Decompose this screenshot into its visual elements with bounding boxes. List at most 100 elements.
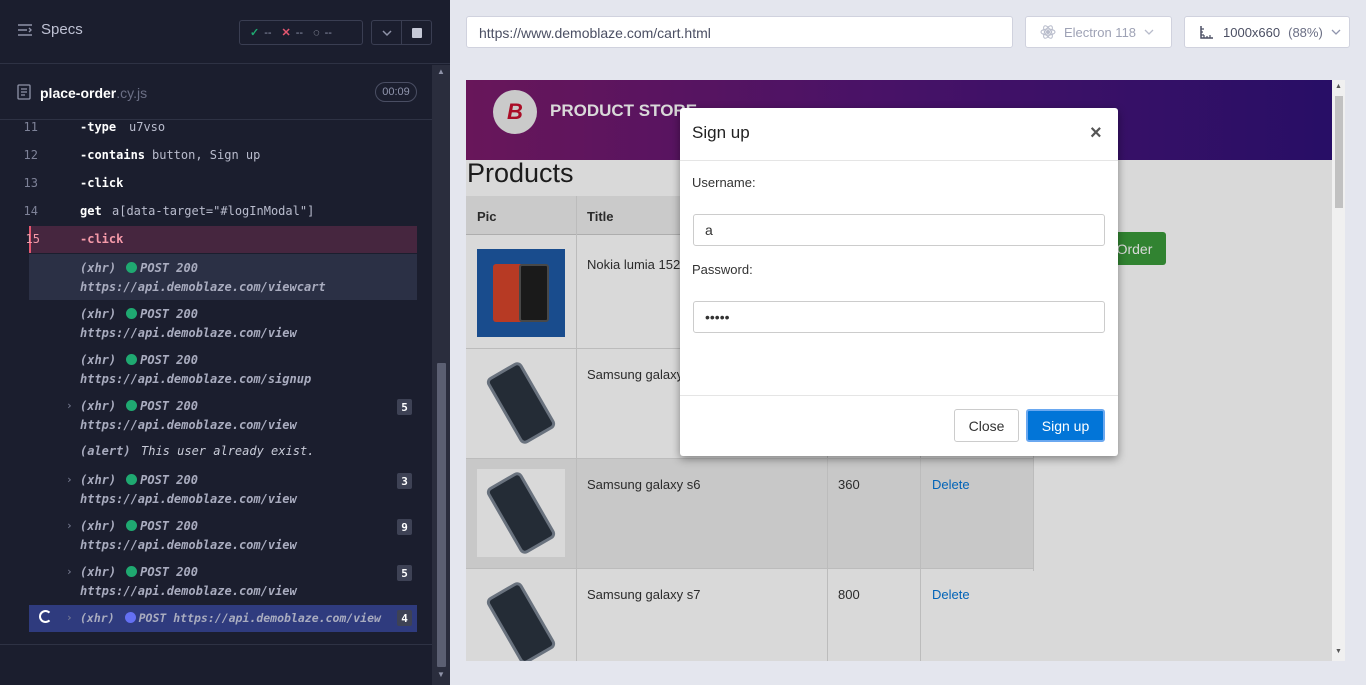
- spinner-icon: ◌: [313, 26, 320, 39]
- count-badge: 5: [397, 399, 412, 415]
- expand-button[interactable]: [372, 21, 402, 44]
- xhr-row-group[interactable]: › (xhr) POST 200 https://api.demoblaze.co…: [29, 512, 417, 558]
- request-url: https://api.demoblaze.com/view: [80, 326, 297, 340]
- command-number: 13: [23, 176, 38, 190]
- chevron-right-icon[interactable]: ›: [66, 519, 73, 532]
- request-url: https://api.demoblaze.com/signup: [80, 372, 312, 386]
- chevron-right-icon[interactable]: ›: [66, 473, 73, 486]
- command-name: -click: [80, 176, 124, 190]
- xhr-row-group[interactable]: › (xhr) POST 200 https://api.demoblaze.co…: [29, 392, 417, 438]
- xhr-row-group[interactable]: › (xhr) POST 200 https://api.demoblaze.co…: [29, 558, 417, 604]
- xhr-row-pending[interactable]: › (xhr) POST https://api.demoblaze.com/vi…: [29, 605, 417, 632]
- status-dot-icon: [126, 520, 138, 531]
- stats-bar: ✓ -- ✕ -- ◌ --: [239, 20, 363, 45]
- chevron-down-icon: [381, 29, 392, 36]
- spec-filename: place-order.cy.js: [40, 85, 148, 101]
- electron-icon: [1040, 25, 1056, 39]
- command-message: u7vso: [129, 120, 166, 134]
- modal-title: Sign up: [692, 123, 750, 142]
- check-icon: ✓: [250, 27, 260, 39]
- scroll-up-icon[interactable]: ▲: [437, 67, 445, 76]
- command-message: button, Sign up: [152, 148, 261, 162]
- count-badge: 5: [397, 565, 412, 581]
- chevron-right-icon[interactable]: ›: [66, 611, 73, 624]
- count-badge: 4: [397, 610, 412, 626]
- spec-duration: 00:09: [375, 82, 417, 102]
- command-row[interactable]: 13 -click: [24, 176, 417, 204]
- zoom-level: (88%): [1288, 24, 1323, 40]
- passed-stat: ✓ --: [250, 26, 272, 40]
- command-name: -type: [80, 120, 117, 134]
- command-row-active[interactable]: 15 -click: [26, 226, 417, 253]
- signup-button[interactable]: Sign up: [1026, 409, 1105, 442]
- request-url: https://api.demoblaze.com/viewcart: [80, 280, 326, 294]
- count-badge: 9: [397, 519, 412, 535]
- request-url: https://api.demoblaze.com/view: [80, 584, 297, 598]
- command-number: 15: [25, 232, 40, 246]
- alert-row[interactable]: (alert) This user already exist.: [29, 438, 417, 466]
- pending-stat: ◌ --: [313, 27, 332, 39]
- pending-count: --: [324, 26, 332, 39]
- browser-selector[interactable]: Electron 118: [1025, 16, 1172, 48]
- command-row[interactable]: 12 -contains button, Sign up: [24, 148, 417, 176]
- close-button[interactable]: Close: [954, 409, 1019, 442]
- signup-modal: Sign up × Username: a Password: ••••• Cl…: [680, 108, 1118, 456]
- request-url: https://api.demoblaze.com/view: [80, 492, 297, 506]
- count-badge: 3: [397, 473, 412, 489]
- viewport-selector[interactable]: 1000x660 (88%): [1184, 16, 1350, 48]
- xhr-row[interactable]: (xhr) POST 200 https://api.demoblaze.com/…: [29, 254, 417, 300]
- command-number: 14: [23, 204, 38, 218]
- xhr-row[interactable]: (xhr) POST 200 https://api.demoblaze.com/…: [29, 300, 417, 346]
- document-icon: [17, 84, 31, 100]
- scroll-up-icon[interactable]: ▲: [1335, 83, 1342, 90]
- scroll-down-icon[interactable]: ▼: [1335, 648, 1342, 655]
- stop-button[interactable]: [402, 21, 431, 44]
- password-input[interactable]: •••••: [693, 301, 1105, 333]
- status-dot-icon: [126, 308, 138, 319]
- menu-icon: [18, 23, 32, 36]
- x-icon: ✕: [281, 27, 291, 39]
- alert-message: This user already exist.: [141, 444, 315, 458]
- status-dot-icon: [126, 474, 138, 485]
- xhr-row[interactable]: (xhr) POST 200 https://api.demoblaze.com/…: [29, 346, 417, 392]
- panel-divider: [0, 644, 432, 645]
- status-dot-icon: [126, 566, 138, 577]
- ruler-icon: [1200, 26, 1213, 39]
- loading-spinner-icon: [39, 610, 52, 623]
- chevron-down-icon: [1331, 29, 1341, 35]
- request-url: https://api.demoblaze.com/view: [80, 538, 297, 552]
- command-list: 11 -type u7vso 12 -contains button, Sign…: [24, 120, 417, 632]
- spec-file-header: place-order.cy.js 00:09: [0, 65, 432, 120]
- scrollbar-thumb[interactable]: [437, 363, 446, 667]
- password-label: Password:: [692, 262, 753, 277]
- username-label: Username:: [692, 175, 756, 190]
- failed-count: --: [295, 26, 304, 39]
- specs-toggle[interactable]: Specs: [17, 21, 83, 38]
- failed-stat: ✕ --: [281, 26, 304, 40]
- status-dot-icon: [124, 612, 136, 623]
- xhr-row-group[interactable]: › (xhr) POST 200 https://api.demoblaze.co…: [29, 466, 417, 512]
- run-controls: [371, 20, 432, 45]
- specs-header: Specs ✓ -- ✕ -- ◌ --: [0, 0, 450, 64]
- request-url: https://api.demoblaze.com/view: [80, 418, 297, 432]
- chevron-right-icon[interactable]: ›: [66, 399, 73, 412]
- url-bar[interactable]: https://www.demoblaze.com/cart.html: [466, 16, 1013, 48]
- command-number: 11: [23, 120, 38, 134]
- status-dot-icon: [126, 400, 138, 411]
- viewport-size: 1000x660: [1223, 24, 1281, 40]
- close-icon[interactable]: ×: [1090, 122, 1102, 145]
- command-message: a[data-target="#logInModal"]: [112, 204, 315, 218]
- alert-type: (alert): [80, 444, 131, 458]
- username-input[interactable]: a: [693, 214, 1105, 246]
- app-scrollbar-thumb[interactable]: [1335, 96, 1343, 208]
- command-log-panel: Specs ✓ -- ✕ -- ◌ -- place-order.cy.js 0…: [0, 0, 450, 685]
- command-number: 12: [23, 148, 38, 162]
- scroll-down-icon[interactable]: ▼: [437, 670, 445, 679]
- stop-icon: [411, 27, 422, 38]
- chevron-right-icon[interactable]: ›: [66, 565, 73, 578]
- command-name: -contains: [80, 148, 146, 162]
- status-dot-icon: [126, 262, 138, 273]
- command-name: -click: [80, 232, 124, 246]
- command-name: get: [80, 204, 102, 218]
- command-row[interactable]: 11 -type u7vso: [24, 120, 417, 148]
